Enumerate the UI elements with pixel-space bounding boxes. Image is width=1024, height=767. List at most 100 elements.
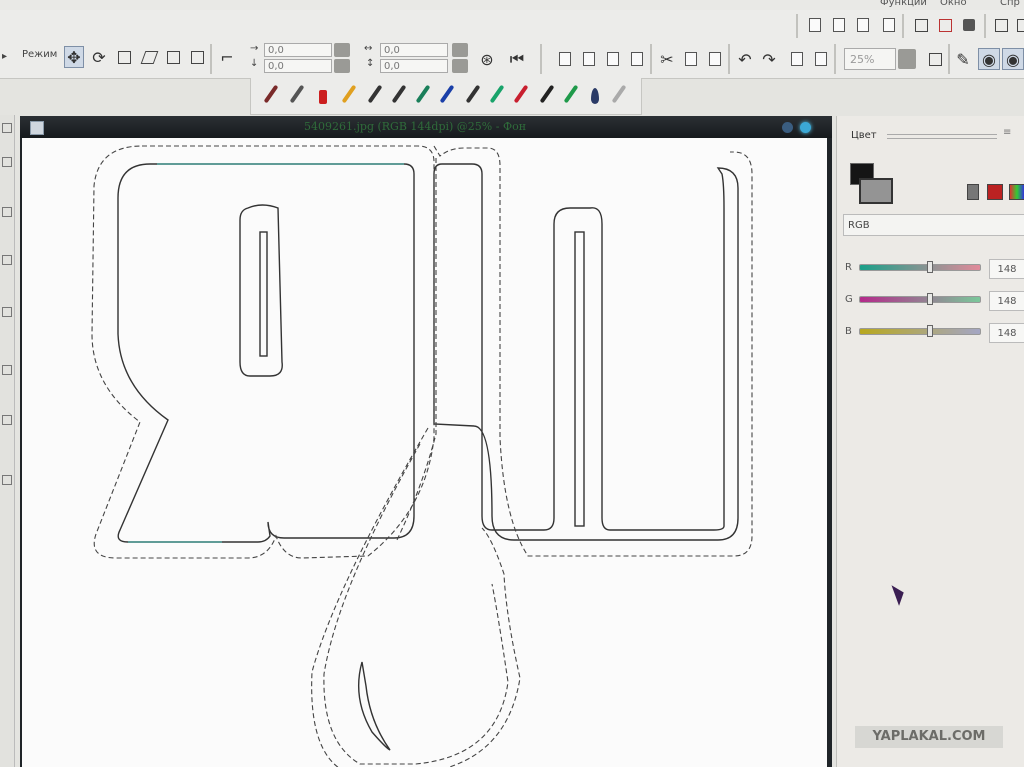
print-icon[interactable] (628, 50, 646, 68)
brush-tool-icon[interactable] (2, 255, 12, 265)
pencil-icon[interactable] (341, 84, 357, 104)
calligraphy-icon[interactable] (539, 84, 555, 104)
x-field[interactable]: 0,0 (264, 43, 332, 57)
rotate-icon[interactable]: ⟳ (90, 48, 108, 67)
width-field[interactable]: 0,0 (380, 43, 448, 57)
maximize-icon[interactable] (800, 122, 811, 133)
paste-icon[interactable] (706, 50, 724, 68)
channel-r-label: R (845, 262, 852, 273)
duplicate-icon[interactable] (788, 50, 806, 68)
menu-item-help[interactable]: Спр (1000, 0, 1020, 8)
zoom-field[interactable]: 25% (844, 48, 896, 70)
no-icon[interactable] (936, 16, 954, 34)
panel-grip[interactable] (887, 134, 997, 139)
edit-icon[interactable] (992, 16, 1010, 34)
text-tool-icon[interactable] (2, 365, 12, 375)
palette-icon[interactable] (880, 16, 898, 34)
cut-icon[interactable]: ✂ (658, 50, 676, 69)
image-canvas[interactable] (22, 138, 827, 767)
zoom-spinner[interactable] (898, 49, 916, 69)
document-titlebar[interactable]: 5409261.jpg (RGB 144dpi) @25% - Фон (20, 116, 832, 138)
height-spinner[interactable] (452, 59, 468, 73)
distort-icon[interactable] (188, 48, 206, 66)
separator (728, 44, 730, 74)
channel-b-slider[interactable] (859, 328, 981, 335)
save-icon[interactable] (604, 50, 622, 68)
blue-pen-icon[interactable] (439, 84, 455, 104)
drop-highlight (357, 661, 391, 751)
panel-menu-icon[interactable]: ≡ (1003, 127, 1011, 138)
monitor-icon[interactable] (926, 50, 944, 68)
clone-tool-icon[interactable] (2, 307, 12, 317)
channel-r-thumb[interactable] (927, 261, 934, 273)
brush-icon[interactable] (263, 84, 279, 104)
felt-pen-icon[interactable] (391, 84, 407, 104)
height-field[interactable]: 0,0 (380, 59, 448, 73)
view2-icon[interactable]: ◉ (1002, 48, 1024, 70)
color-panel-header[interactable]: Цвет ≡ (837, 124, 1024, 144)
width-icon: ↔ (364, 43, 373, 54)
zoom-tool-icon[interactable] (2, 475, 12, 485)
menu-item-window[interactable]: Окно (940, 0, 967, 8)
anchor-icon[interactable]: ⌐ (218, 48, 236, 67)
x-spinner[interactable] (334, 43, 350, 57)
channel-b-thumb[interactable] (927, 325, 934, 337)
reset-icon[interactable]: ⏮ (508, 49, 526, 68)
y-spinner[interactable] (334, 59, 350, 73)
color-book-icon[interactable] (987, 184, 1003, 200)
move-icon[interactable]: ✥ (64, 46, 84, 68)
shape-tool-icon[interactable] (2, 415, 12, 425)
history-icon[interactable] (854, 16, 872, 34)
lasso-tool-icon[interactable] (2, 157, 12, 167)
color-mode-select[interactable]: RGB (843, 214, 1024, 236)
smudge-icon[interactable] (611, 84, 627, 104)
red-pen-icon[interactable] (513, 84, 529, 104)
channel-g-label: G (845, 294, 853, 305)
layers-icon[interactable] (806, 16, 824, 34)
background-swatch[interactable] (859, 178, 893, 204)
redo-icon[interactable]: ↷ (760, 50, 778, 69)
mode-label: Режим (22, 49, 58, 60)
marker-icon[interactable] (367, 84, 383, 104)
teal-pen-icon[interactable] (489, 84, 505, 104)
separator (948, 44, 950, 74)
edit2-icon[interactable] (1014, 16, 1024, 34)
width-spinner[interactable] (452, 43, 468, 57)
open-icon[interactable] (580, 50, 598, 68)
window-icon[interactable] (912, 16, 930, 34)
resize-icon[interactable] (812, 50, 830, 68)
crop-icon[interactable] (115, 48, 133, 66)
eraser-icon[interactable] (319, 90, 327, 104)
new-icon[interactable] (556, 50, 574, 68)
channel-b-label: B (845, 326, 852, 337)
channel-r-slider[interactable] (859, 264, 981, 271)
minimize-icon[interactable] (782, 122, 793, 133)
select-tool-icon[interactable] (2, 123, 12, 133)
picker-icon[interactable] (967, 184, 979, 200)
channel-g-thumb[interactable] (927, 293, 934, 305)
lock-ratio-icon[interactable]: ⊛ (478, 50, 496, 69)
view-icon[interactable]: ◉ (978, 48, 1000, 70)
channels-icon[interactable] (830, 16, 848, 34)
channel-g-slider[interactable] (859, 296, 981, 303)
mask-icon[interactable] (960, 16, 978, 34)
y-field[interactable]: 0,0 (264, 59, 332, 73)
pipette-icon[interactable] (289, 84, 305, 104)
menu-item-functions[interactable]: Функции (880, 0, 927, 8)
pen-tool-icon[interactable]: ✎ (954, 50, 972, 69)
palette-grid-icon[interactable] (1009, 184, 1024, 200)
drop-contour-inner (323, 443, 509, 765)
transform-icon[interactable] (164, 48, 182, 66)
green-brush-icon[interactable] (563, 84, 579, 104)
ink-pen-icon[interactable] (465, 84, 481, 104)
green-pen-icon[interactable] (415, 84, 431, 104)
channel-b-value[interactable]: 148 (989, 323, 1024, 343)
drop-icon[interactable] (591, 88, 599, 104)
magic-wand-icon[interactable] (2, 207, 12, 217)
mode-dropdown-arrow[interactable]: ▸ (2, 51, 7, 62)
channel-r-value[interactable]: 148 (989, 259, 1024, 279)
channel-g-value[interactable]: 148 (989, 291, 1024, 311)
copy-icon[interactable] (682, 50, 700, 68)
flip-icon[interactable] (140, 48, 158, 66)
undo-icon[interactable]: ↶ (736, 50, 754, 69)
